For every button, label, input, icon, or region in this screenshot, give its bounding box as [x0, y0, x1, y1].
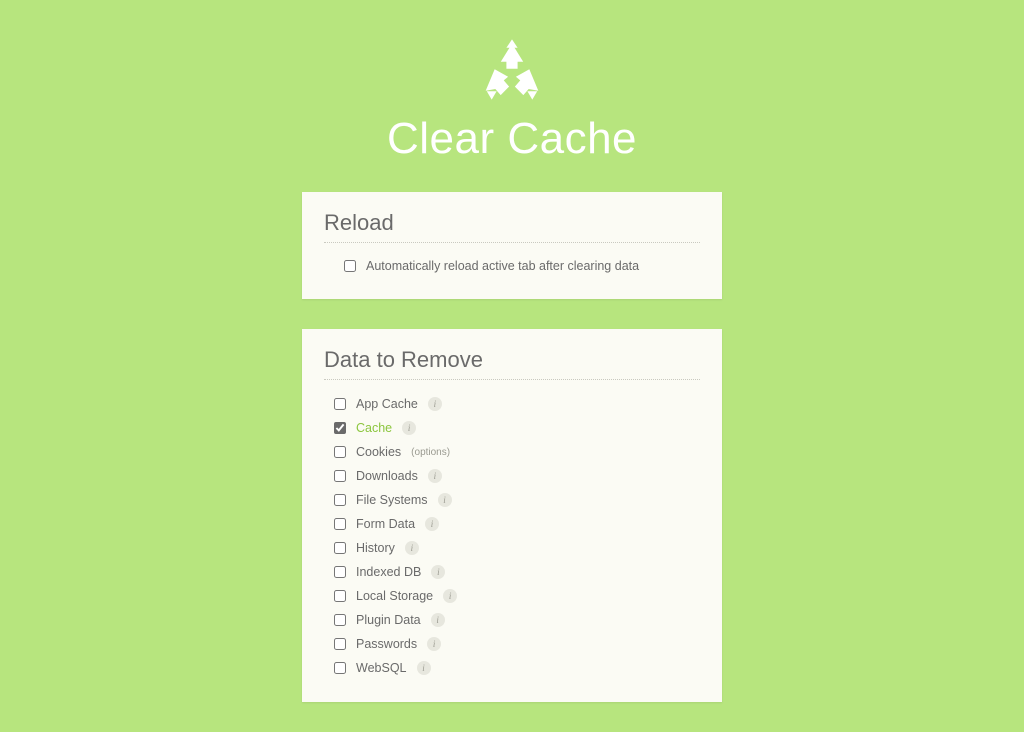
data-item-checkbox[interactable] — [334, 398, 346, 410]
data-item-label: Cache — [356, 421, 392, 435]
data-item-label: Downloads — [356, 469, 418, 483]
data-item-row[interactable]: Cookies (options) — [324, 440, 700, 464]
data-item-checkbox[interactable] — [334, 614, 346, 626]
info-icon[interactable]: i — [431, 565, 445, 579]
data-item-checkbox[interactable] — [334, 542, 346, 554]
info-icon[interactable]: i — [428, 397, 442, 411]
page-title: Clear Cache — [387, 114, 637, 164]
data-item-row[interactable]: Local Storage i — [324, 584, 700, 608]
data-to-remove-heading: Data to Remove — [324, 347, 700, 380]
data-item-checkbox[interactable] — [334, 518, 346, 530]
data-item-row[interactable]: Passwords i — [324, 632, 700, 656]
recycle-icon — [477, 38, 547, 108]
auto-reload-row[interactable]: Automatically reload active tab after cl… — [324, 255, 700, 277]
data-item-row[interactable]: File Systems i — [324, 488, 700, 512]
data-item-checkbox[interactable] — [334, 494, 346, 506]
data-item-label: Form Data — [356, 517, 415, 531]
data-item-label: Indexed DB — [356, 565, 421, 579]
data-item-row[interactable]: Indexed DB i — [324, 560, 700, 584]
reload-card: Reload Automatically reload active tab a… — [302, 192, 722, 299]
data-item-label: File Systems — [356, 493, 428, 507]
info-icon[interactable]: i — [438, 493, 452, 507]
info-icon[interactable]: i — [425, 517, 439, 531]
info-icon[interactable]: i — [443, 589, 457, 603]
data-item-checkbox[interactable] — [334, 470, 346, 482]
data-item-row[interactable]: WebSQL i — [324, 656, 700, 680]
data-item-checkbox[interactable] — [334, 662, 346, 674]
data-item-checkbox[interactable] — [334, 638, 346, 650]
info-icon[interactable]: i — [405, 541, 419, 555]
info-icon[interactable]: i — [417, 661, 431, 675]
info-icon[interactable]: i — [402, 421, 416, 435]
info-icon[interactable]: i — [428, 469, 442, 483]
data-item-label: WebSQL — [356, 661, 407, 675]
data-item-label: Plugin Data — [356, 613, 421, 627]
info-icon[interactable]: i — [431, 613, 445, 627]
data-item-label: History — [356, 541, 395, 555]
data-to-remove-card: Data to Remove App CacheiCacheiCookies(o… — [302, 329, 722, 702]
data-item-checkbox[interactable] — [334, 566, 346, 578]
data-item-label: App Cache — [356, 397, 418, 411]
header: Clear Cache — [387, 38, 637, 164]
auto-reload-label: Automatically reload active tab after cl… — [366, 259, 639, 273]
data-item-label: Passwords — [356, 637, 417, 651]
data-item-label: Cookies — [356, 445, 401, 459]
data-item-checkbox[interactable] — [334, 422, 346, 434]
data-item-checkbox[interactable] — [334, 446, 346, 458]
data-item-label: Local Storage — [356, 589, 433, 603]
data-item-row[interactable]: Downloads i — [324, 464, 700, 488]
info-icon[interactable]: i — [427, 637, 441, 651]
data-item-row[interactable]: App Cache i — [324, 392, 700, 416]
data-item-row[interactable]: History i — [324, 536, 700, 560]
data-item-row[interactable]: Form Data i — [324, 512, 700, 536]
data-item-row[interactable]: Plugin Data i — [324, 608, 700, 632]
data-item-row[interactable]: Cachei — [324, 416, 700, 440]
auto-reload-checkbox[interactable] — [344, 260, 356, 272]
options-link[interactable]: (options) — [411, 447, 450, 458]
reload-heading: Reload — [324, 210, 700, 243]
data-item-checkbox[interactable] — [334, 590, 346, 602]
